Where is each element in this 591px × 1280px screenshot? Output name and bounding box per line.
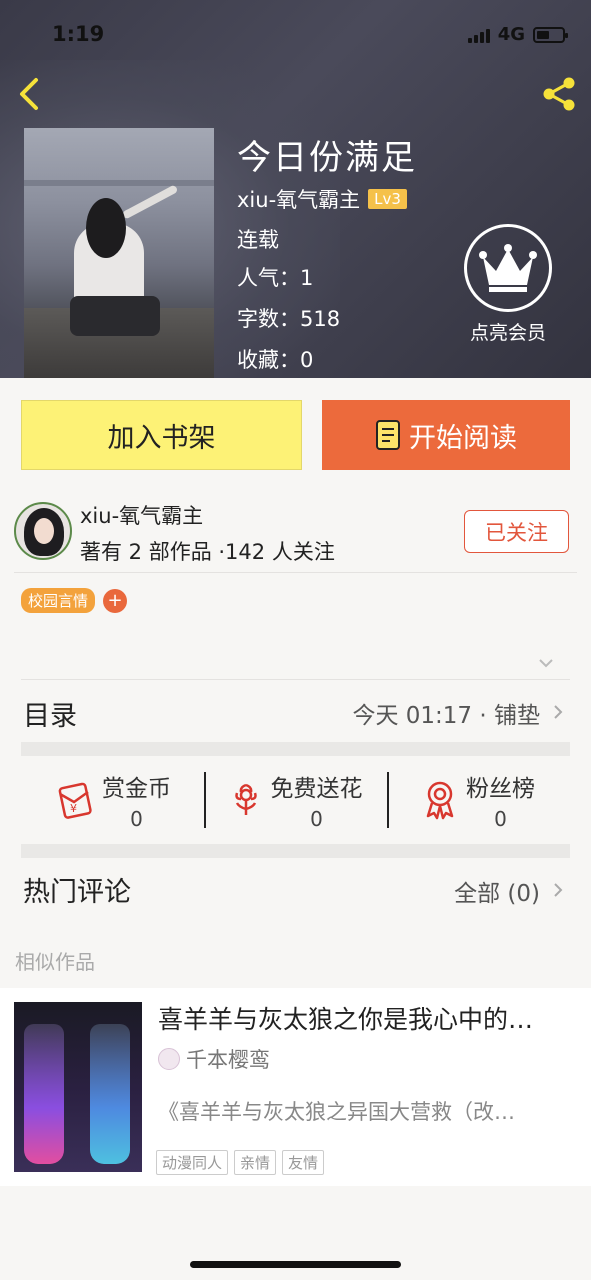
author-card: xiu-氧气霸主 著有 2 部作品 ·142 人关注 已关注 [0, 496, 591, 572]
home-indicator[interactable] [190, 1261, 401, 1268]
tag-chip[interactable]: 校园言情 [21, 588, 96, 613]
add-to-shelf-button[interactable]: 加入书架 [21, 400, 302, 470]
popularity-stat: 人气：1 [237, 266, 314, 290]
reward-fan-ranking-count: 0 [494, 807, 507, 831]
avatar[interactable] [14, 502, 72, 560]
section-separator [21, 742, 570, 756]
favorites-stat: 收藏：0 [237, 348, 314, 372]
medal-icon [426, 781, 454, 820]
battery-icon [533, 26, 568, 43]
similar-work-author: 千本樱鸾 [186, 1048, 270, 1072]
coin-envelope-icon: ¥ [58, 782, 92, 819]
chevron-left-icon [20, 78, 38, 110]
toc-latest-update: 今天 01:17 · 铺垫 [352, 703, 540, 729]
status-bar: 1:19 4G [0, 0, 591, 70]
divider [14, 572, 577, 573]
signal-icon [467, 27, 490, 43]
similar-work-title: 喜羊羊与灰太狼之你是我心中的… [158, 1005, 534, 1034]
similar-work-tag: 亲情 [234, 1150, 277, 1175]
reward-coins-count: 0 [130, 807, 143, 831]
author-stats: 著有 2 部作品 ·142 人关注 [80, 540, 335, 564]
reward-coins-label: 赏金币 [102, 776, 171, 802]
status-time: 1:19 [52, 22, 105, 46]
reward-fan-ranking-label: 粉丝榜 [466, 776, 535, 802]
book-icon [376, 420, 400, 450]
similar-work-cover[interactable] [14, 1002, 142, 1172]
reward-bar: ¥ 赏金币 0 免费送花 0 粉丝榜 0 [21, 756, 570, 844]
action-bar: 加入书架 开始阅读 [21, 400, 570, 470]
author-name[interactable]: xiu-氧气霸主 [80, 500, 203, 530]
reward-flowers-count: 0 [310, 807, 323, 831]
status-indicators: 4G [467, 24, 568, 45]
book-title: 今日份满足 [237, 138, 417, 178]
vip-button[interactable]: 点亮会员 [462, 224, 554, 345]
crown-icon [479, 244, 537, 292]
share-button[interactable] [539, 74, 579, 114]
svg-text:¥: ¥ [70, 802, 77, 815]
similar-work-tags: 动漫同人 亲情 友情 [156, 1150, 325, 1175]
reward-fan-ranking[interactable]: 粉丝榜 0 [387, 756, 570, 844]
level-badge: Lv3 [368, 189, 407, 209]
similar-work-author-row: 千本樱鸾 [158, 1044, 270, 1074]
similar-work-tag: 友情 [282, 1150, 325, 1175]
author-row[interactable]: xiu-氧气霸主 Lv3 [237, 184, 407, 214]
reward-flowers[interactable]: 免费送花 0 [204, 756, 387, 844]
similar-work-card[interactable]: 喜羊羊与灰太狼之你是我心中的… 千本樱鸾 《喜羊羊与灰太狼之异国大营救（改… 动… [0, 988, 591, 1186]
similar-work-tag: 动漫同人 [156, 1150, 229, 1175]
vip-label: 点亮会员 [469, 322, 546, 344]
comments-title: 热门评论 [23, 877, 131, 908]
add-to-shelf-label: 加入书架 [107, 422, 216, 454]
serial-status: 连载 [237, 228, 279, 252]
hot-comments-row[interactable]: 热门评论 全部 (0) [21, 858, 570, 920]
share-icon [543, 77, 575, 111]
flower-icon [234, 783, 257, 815]
similar-works-header: 相似作品 [15, 950, 95, 974]
section-separator [21, 844, 570, 858]
comments-all-link[interactable]: 全部 (0) [454, 874, 540, 908]
reward-flowers-label: 免费送花 [270, 776, 363, 802]
network-type: 4G [497, 24, 525, 45]
word-count-stat: 字数：518 [237, 307, 341, 331]
tag-list: 校园言情 + [21, 588, 128, 613]
book-cover[interactable] [24, 128, 214, 378]
add-tag-button[interactable]: + [103, 588, 128, 613]
avatar [158, 1048, 180, 1070]
reward-coins[interactable]: ¥ 赏金币 0 [21, 756, 204, 844]
book-header: 1:19 4G 今日份满足 xiu-氧气霸主 Lv3 连载 人气：1 字数：51… [0, 0, 591, 378]
table-of-contents-row[interactable]: 目录 今天 01:17 · 铺垫 [21, 680, 570, 742]
start-reading-button[interactable]: 开始阅读 [322, 400, 570, 470]
similar-work-description: 《喜羊羊与灰太狼之异国大营救（改… [158, 1100, 515, 1124]
back-button[interactable] [12, 74, 48, 114]
chevron-right-icon [554, 705, 563, 719]
follow-label: 已关注 [485, 520, 548, 545]
start-reading-label: 开始阅读 [409, 422, 517, 454]
chevron-right-icon [554, 883, 563, 897]
book-author[interactable]: xiu-氧气霸主 [237, 184, 360, 214]
follow-button[interactable]: 已关注 [464, 510, 569, 553]
toc-title: 目录 [23, 701, 77, 732]
chevron-down-icon[interactable] [538, 658, 554, 668]
